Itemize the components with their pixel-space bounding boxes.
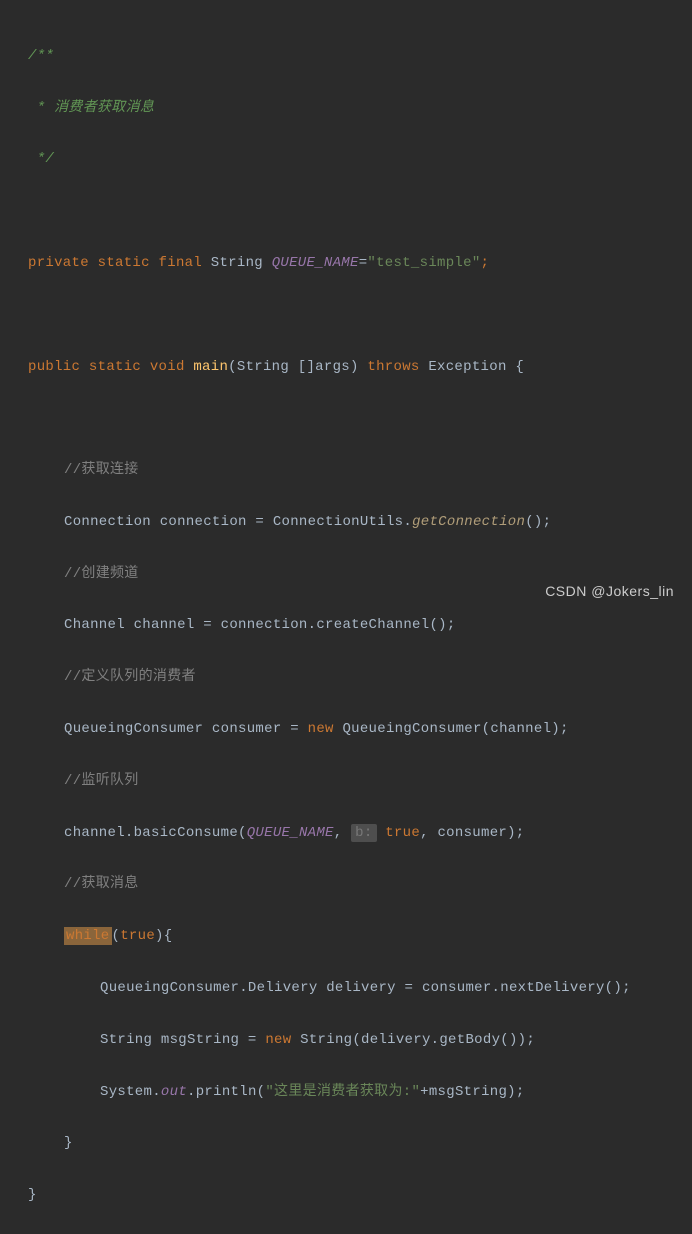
- line-while: while(true){: [10, 924, 682, 950]
- doc-comment-open: /**: [10, 44, 682, 70]
- watermark-text: CSDN @Jokers_lin: [545, 579, 674, 605]
- comment-get-message: //获取消息: [10, 872, 682, 898]
- close-while-brace: }: [10, 1131, 682, 1157]
- param-hint-b: b:: [351, 824, 376, 842]
- code-block: /** * 消费者获取消息 */ private static final St…: [10, 18, 682, 1234]
- comment-listen-queue: //监听队列: [10, 769, 682, 795]
- line-msg-string: String msgString = new String(delivery.g…: [10, 1028, 682, 1054]
- main-signature: public static void main(String []args) t…: [10, 355, 682, 381]
- close-main-brace: }: [10, 1183, 682, 1209]
- line-delivery: QueueingConsumer.Delivery delivery = con…: [10, 976, 682, 1002]
- line-connection: Connection connection = ConnectionUtils.…: [10, 510, 682, 536]
- comment-get-connection: //获取连接: [10, 458, 682, 484]
- doc-comment-body: * 消费者获取消息: [10, 96, 682, 122]
- line-consumer: QueueingConsumer consumer = new Queueing…: [10, 717, 682, 743]
- doc-comment-close: */: [10, 147, 682, 173]
- line-channel: Channel channel = connection.createChann…: [10, 613, 682, 639]
- line-basic-consume: channel.basicConsume(QUEUE_NAME, b: true…: [10, 821, 682, 847]
- field-declaration: private static final String QUEUE_NAME="…: [10, 251, 682, 277]
- line-println: System.out.println("这里是消费者获取为:"+msgStrin…: [10, 1080, 682, 1106]
- comment-define-consumer: //定义队列的消费者: [10, 665, 682, 691]
